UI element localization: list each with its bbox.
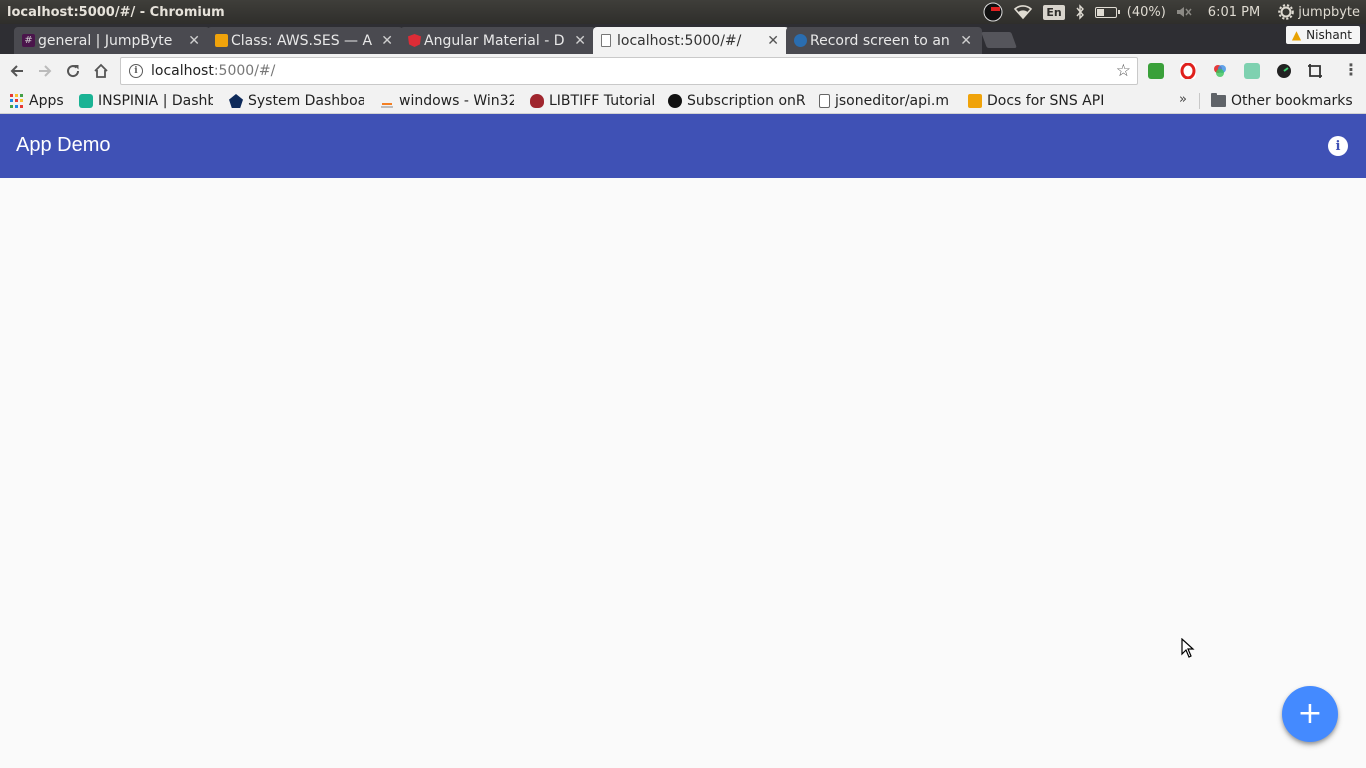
bookmark-system-dashboard[interactable]: System Dashboar: [229, 91, 364, 111]
opera-extension-icon[interactable]: [1180, 62, 1196, 80]
bookmark-windows-win32[interactable]: windows - Win32: [380, 91, 514, 111]
wifi-icon[interactable]: [1013, 4, 1033, 20]
app-toolbar: App Demo i: [0, 114, 1366, 178]
os-top-bar: localhost:5000/#/ - Chromium En (40%) 6:…: [0, 0, 1366, 24]
file-icon: [819, 94, 830, 108]
bookmark-apps[interactable]: Apps: [10, 91, 64, 111]
angular-favicon-icon: [408, 34, 421, 47]
close-icon[interactable]: ✕: [767, 33, 779, 49]
clock[interactable]: 6:01 PM: [1208, 5, 1260, 20]
forward-arrow-icon[interactable]: [34, 60, 56, 82]
bookmark-libtiff[interactable]: LIBTIFF Tutorial: [530, 91, 658, 111]
close-icon[interactable]: ✕: [381, 33, 393, 49]
stackoverflow-icon: [380, 94, 394, 108]
browser-tab-strip: # general | JumpByte ✕ Class: AWS.SES — …: [0, 24, 1366, 54]
user-name[interactable]: jumpbyte: [1298, 5, 1360, 20]
back-arrow-icon[interactable]: [6, 60, 28, 82]
folder-icon: [1211, 93, 1226, 107]
android-extension-icon[interactable]: [1244, 63, 1260, 79]
bookmarks-divider: [1199, 93, 1200, 109]
battery-icon[interactable]: [1094, 6, 1120, 18]
page-favicon-icon: [601, 34, 611, 47]
other-bookmarks-folder[interactable]: Other bookmarks: [1211, 91, 1353, 111]
close-icon[interactable]: ✕: [960, 33, 972, 49]
record-favicon-icon: [794, 34, 807, 47]
bookmark-star-icon[interactable]: ☆: [1116, 61, 1131, 81]
new-tab-button[interactable]: [981, 32, 1017, 48]
address-bar[interactable]: i localhost:5000/#/ ☆: [120, 57, 1138, 85]
keyboard-language-indicator[interactable]: En: [1043, 4, 1065, 20]
bookmark-jsoneditor[interactable]: jsoneditor/api.m: [819, 91, 955, 111]
speedometer-extension-icon[interactable]: [1276, 63, 1292, 79]
bookmark-inspinia[interactable]: INSPINIA | Dashb: [79, 91, 213, 111]
github-icon: [668, 94, 682, 108]
cors-extension-icon[interactable]: [1148, 63, 1164, 79]
app-content: [0, 178, 1366, 768]
recorder-icon[interactable]: [983, 2, 1003, 22]
libtiff-icon: [530, 94, 544, 108]
screenshot-extension-icon[interactable]: [1307, 63, 1323, 79]
inspinia-icon: [79, 94, 93, 108]
aws-icon: [968, 94, 982, 108]
site-info-icon[interactable]: i: [129, 64, 143, 78]
bluetooth-icon[interactable]: [1075, 4, 1085, 20]
window-title: localhost:5000/#/ - Chromium: [7, 4, 225, 20]
reload-icon[interactable]: [62, 60, 84, 82]
slack-favicon-icon: #: [22, 34, 35, 47]
bookmark-subscription[interactable]: Subscription onR: [668, 91, 806, 111]
aws-favicon-icon: [215, 34, 228, 47]
settings-gear-icon[interactable]: [1278, 4, 1294, 20]
bookmark-sns-docs[interactable]: Docs for SNS API: [968, 91, 1104, 111]
tab-record-screen[interactable]: Record screen to an ✕: [786, 27, 982, 54]
color-picker-extension-icon[interactable]: [1212, 63, 1228, 79]
close-icon[interactable]: ✕: [574, 33, 586, 49]
browser-toolbar: i localhost:5000/#/ ☆ ⋮: [0, 54, 1366, 88]
bookmarks-overflow-button[interactable]: »: [1179, 92, 1187, 107]
tab-aws-ses[interactable]: Class: AWS.SES — A ✕: [207, 27, 403, 54]
close-icon[interactable]: ✕: [188, 33, 200, 49]
dashboard-icon: [229, 94, 243, 108]
system-tray: En (40%) 6:01 PM jumpbyte: [983, 0, 1360, 24]
battery-percent: (40%): [1126, 4, 1166, 20]
app-title: App Demo: [16, 134, 111, 156]
browser-menu-icon[interactable]: ⋮: [1343, 60, 1359, 79]
info-icon[interactable]: i: [1328, 136, 1348, 156]
bookmarks-bar: Apps INSPINIA | Dashb System Dashboar wi…: [0, 88, 1366, 114]
url-text[interactable]: localhost:5000/#/: [151, 63, 275, 79]
volume-muted-icon[interactable]: [1176, 5, 1192, 19]
mouse-cursor-icon: [1181, 638, 1195, 658]
add-fab-button[interactable]: +: [1282, 686, 1338, 742]
home-icon[interactable]: [90, 60, 112, 82]
tab-localhost[interactable]: localhost:5000/#/ ✕: [593, 27, 789, 54]
warning-icon: ▲: [1291, 28, 1302, 42]
apps-grid-icon: [10, 94, 24, 108]
tab-angular-material[interactable]: Angular Material - D ✕: [400, 27, 596, 54]
tab-general-jumpbyte[interactable]: # general | JumpByte ✕: [14, 27, 210, 54]
profile-button[interactable]: ▲ Nishant: [1285, 26, 1360, 44]
